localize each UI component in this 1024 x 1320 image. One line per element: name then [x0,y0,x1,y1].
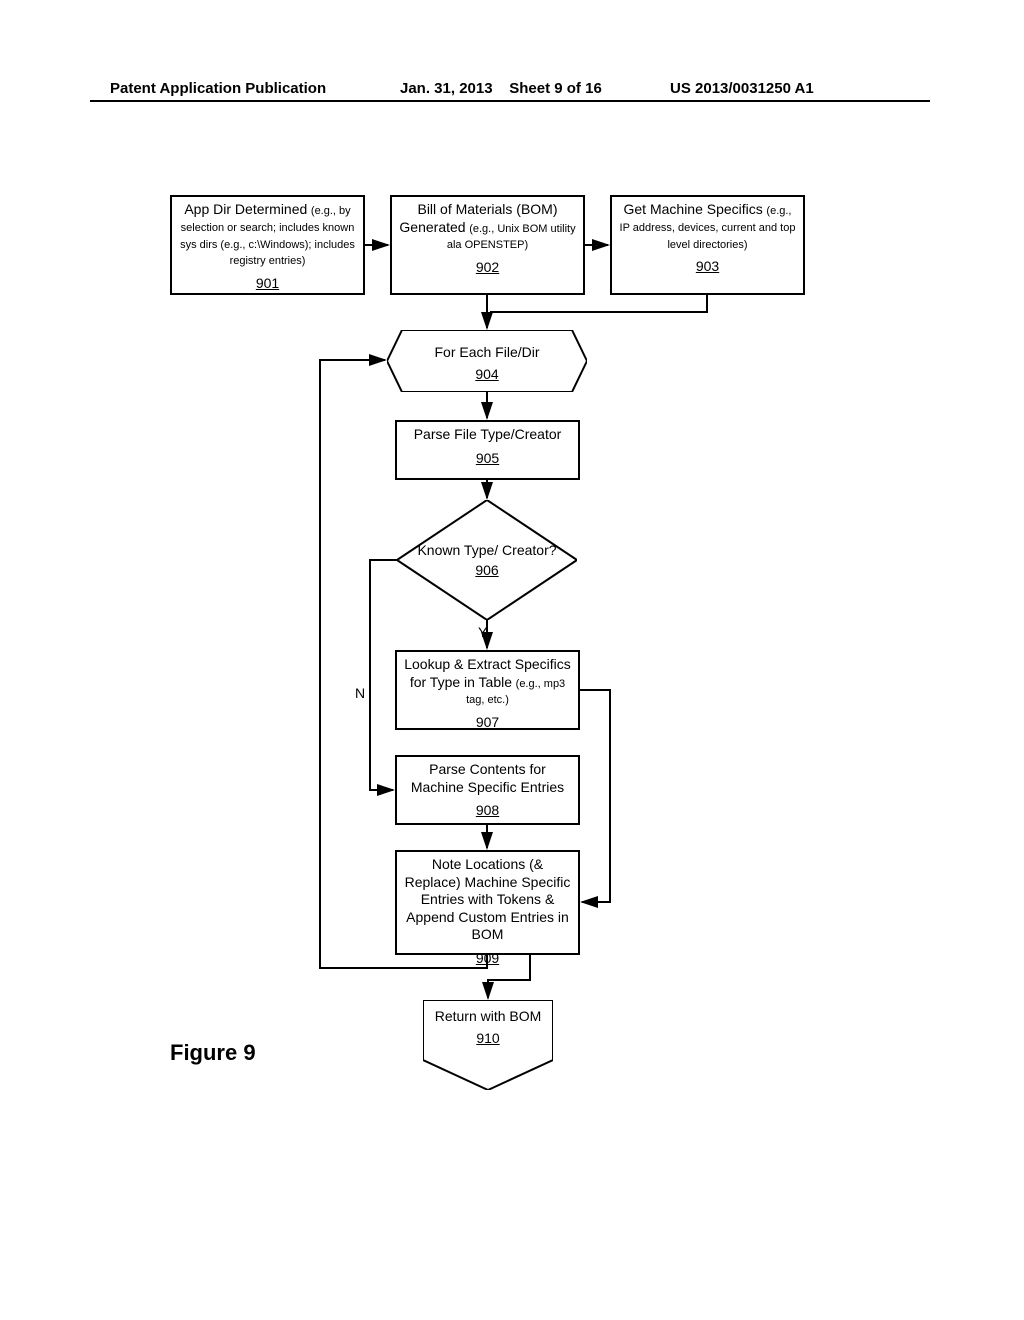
node-901-title: App Dir Determined [184,201,307,217]
node-905-num: 905 [403,450,572,468]
node-903-title: Get Machine Specifics [624,201,763,217]
node-905-title: Parse File Type/Creator [414,426,562,442]
node-908-num: 908 [403,802,572,820]
node-905: Parse File Type/Creator 905 [395,420,580,480]
node-908: Parse Contents for Machine Specific Entr… [395,755,580,825]
node-901-num: 901 [178,275,357,293]
figure-label: Figure 9 [170,1040,256,1066]
node-909-num: 909 [403,950,572,968]
node-904: For Each File/Dir 904 [387,330,587,392]
node-910-num: 910 [423,1030,553,1046]
node-902-num: 902 [398,259,577,277]
node-910: Return with BOM 910 [423,1000,553,1090]
node-907: Lookup & Extract Specifics for Type in T… [395,650,580,730]
node-909-title: Note Locations (& Replace) Machine Speci… [405,856,571,942]
node-903: Get Machine Specifics (e.g., IP address,… [610,195,805,295]
node-910-title: Return with BOM [435,1008,542,1024]
node-903-num: 903 [618,258,797,276]
node-907-num: 907 [403,714,572,732]
node-906-title: Known Type/ Creator? [417,542,556,558]
node-901: App Dir Determined (e.g., by selection o… [170,195,365,295]
node-904-title: For Each File/Dir [434,344,539,360]
node-904-num: 904 [387,366,587,382]
node-906-num: 906 [475,562,498,578]
node-906: Known Type/ Creator? 906 [397,500,577,620]
node-902-sub: (e.g., Unix BOM utility ala OPENSTEP) [447,223,576,252]
edge-label-no: N [355,685,365,701]
node-902: Bill of Materials (BOM) Generated (e.g.,… [390,195,585,295]
edge-label-yes: Y [478,624,487,640]
flowchart-canvas: App Dir Determined (e.g., by selection o… [0,0,1024,1320]
node-909: Note Locations (& Replace) Machine Speci… [395,850,580,955]
node-908-title: Parse Contents for Machine Specific Entr… [411,761,564,795]
